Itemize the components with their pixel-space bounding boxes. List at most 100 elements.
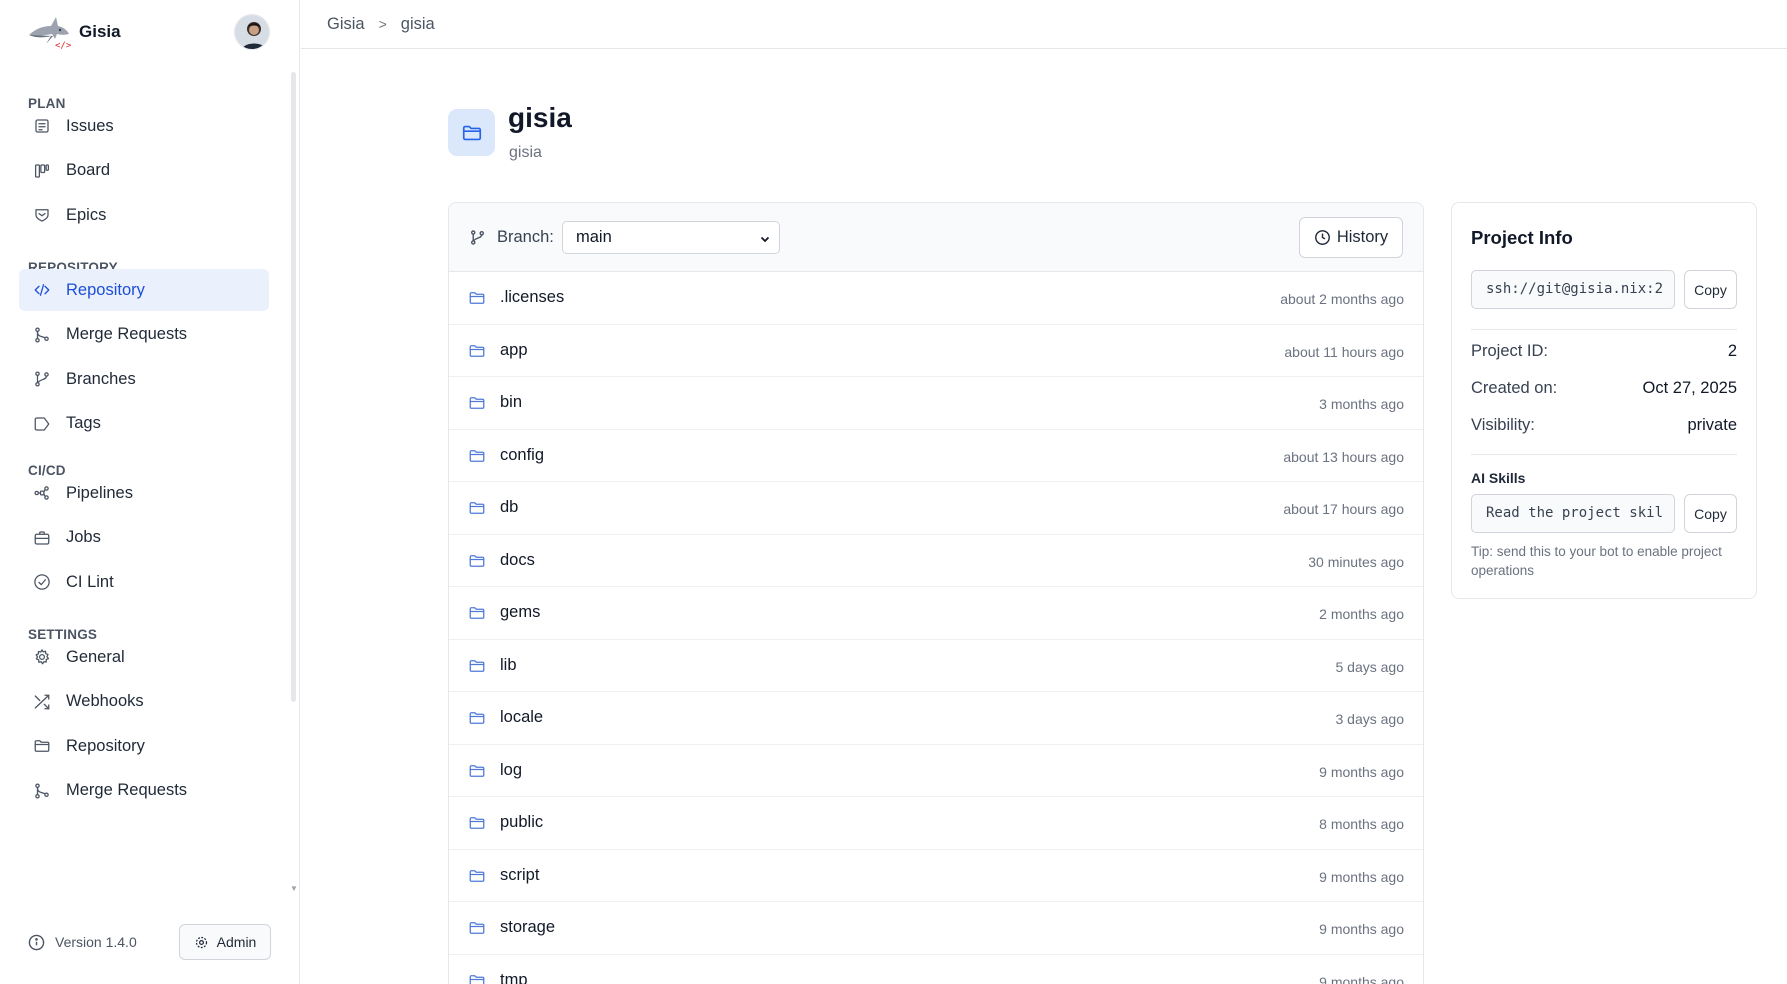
sidebar-item-label: General: [66, 647, 125, 666]
file-row[interactable]: docs 30 minutes ago: [449, 535, 1423, 587]
sidebar-item-webhooks[interactable]: Webhooks: [19, 681, 269, 723]
file-name[interactable]: app: [500, 341, 528, 360]
sidebar-item-label: Issues: [66, 116, 114, 135]
file-name[interactable]: config: [500, 446, 544, 465]
file-name[interactable]: tmp: [500, 971, 528, 984]
breadcrumb-root[interactable]: Gisia: [327, 15, 365, 34]
ai-skills-field[interactable]: Read the project skil: [1471, 494, 1675, 533]
visibility-value: private: [1687, 416, 1737, 434]
branch-select[interactable]: main: [562, 221, 780, 254]
file-name[interactable]: bin: [500, 393, 522, 412]
sidebar-item-label: Merge Requests: [66, 325, 188, 343]
file-name[interactable]: db: [500, 498, 518, 517]
sidebar-item-branches[interactable]: Branches: [19, 358, 269, 400]
file-name[interactable]: lib: [500, 656, 517, 675]
file-row[interactable]: lib 5 days ago: [449, 640, 1423, 692]
file-updated-time: 9 months ago: [1319, 763, 1404, 780]
sidebar-item-ci-lint[interactable]: CI Lint: [19, 561, 269, 603]
sidebar-item-repository[interactable]: Repository: [19, 269, 269, 311]
file-row[interactable]: .licenses about 2 months ago: [449, 272, 1423, 325]
branch-icon: [470, 230, 485, 245]
file-row[interactable]: bin 3 months ago: [449, 377, 1423, 430]
file-row[interactable]: log 9 months ago: [449, 745, 1423, 797]
sidebar-item-tags[interactable]: Tags: [19, 403, 269, 445]
check-circle-icon: [34, 574, 50, 590]
file-updated-time: about 13 hours ago: [1283, 448, 1404, 465]
sidebar-item-label: Board: [66, 161, 111, 179]
file-name[interactable]: docs: [500, 551, 535, 570]
sidebar-item-repository[interactable]: Repository: [19, 725, 269, 767]
file-updated-time: 5 days ago: [1335, 658, 1405, 675]
sidebar-item-board[interactable]: Board: [19, 150, 269, 192]
copy-ssh-button[interactable]: Copy: [1684, 270, 1737, 309]
sidebar-scrollbar[interactable]: [291, 72, 296, 702]
file-updated-time: 3 months ago: [1319, 396, 1404, 412]
file-row[interactable]: gems 2 months ago: [449, 587, 1423, 640]
file-toolbar: Branch: main History: [449, 203, 1423, 272]
issues-icon: [35, 119, 49, 133]
sidebar-item-pipelines[interactable]: Pipelines: [19, 472, 269, 514]
folder-icon: [469, 764, 485, 777]
file-row[interactable]: storage 9 months ago: [449, 902, 1423, 955]
scroll-down-arrow-icon[interactable]: ▼: [290, 884, 298, 893]
file-name[interactable]: .licenses: [500, 288, 564, 307]
divider: [1471, 454, 1737, 455]
file-name[interactable]: public: [500, 813, 543, 832]
merge-request-icon: [35, 326, 49, 343]
visibility-row: Visibility: private: [1471, 416, 1737, 435]
sidebar-item-epics[interactable]: Epics: [19, 194, 269, 236]
file-updated-time: 9 months ago: [1319, 921, 1404, 937]
visibility-label: Visibility:: [1471, 416, 1535, 434]
version-info: Version 1.4.0: [28, 924, 137, 960]
sidebar-item-label: Branches: [66, 369, 136, 388]
sidebar-item-jobs[interactable]: Jobs: [19, 517, 269, 559]
brand-name: Gisia: [79, 22, 121, 41]
file-name[interactable]: gems: [500, 603, 540, 622]
project-info-panel: Project Info ssh://git@gisia.nix:2 Copy …: [1451, 202, 1757, 599]
folder-icon: [469, 922, 485, 934]
file-row[interactable]: db about 17 hours ago: [449, 482, 1423, 535]
info-icon: [28, 934, 45, 950]
history-button[interactable]: History: [1299, 217, 1403, 258]
copy-ai-skills-button[interactable]: Copy: [1684, 494, 1737, 533]
sidebar-item-general[interactable]: General: [19, 636, 269, 678]
sidebar-item-issues[interactable]: Issues: [19, 105, 269, 147]
file-name[interactable]: script: [500, 866, 539, 885]
ssh-url-field[interactable]: ssh://git@gisia.nix:2: [1471, 270, 1675, 309]
sidebar-item-merge-requests[interactable]: Merge Requests: [19, 770, 269, 812]
breadcrumb: Gisia > gisia: [301, 0, 1787, 49]
sidebar-item-label: Jobs: [66, 528, 101, 546]
file-name[interactable]: locale: [500, 708, 543, 727]
brand[interactable]: </> Gisia: [27, 14, 121, 50]
file-row[interactable]: public 8 months ago: [449, 797, 1423, 850]
shuffle-icon: [34, 694, 50, 709]
clock-icon: [1314, 230, 1330, 245]
folder-icon: [469, 607, 485, 619]
folder-icon: [469, 817, 485, 829]
breadcrumb-current[interactable]: gisia: [401, 15, 435, 34]
sidebar-item-label: Repository: [66, 736, 145, 755]
file-row[interactable]: tmp 9 months ago: [449, 955, 1423, 984]
sidebar-item-label: Webhooks: [66, 692, 144, 710]
file-updated-time: about 17 hours ago: [1283, 501, 1404, 517]
file-row[interactable]: config about 13 hours ago: [449, 430, 1423, 482]
project-id-row: Project ID: 2: [1471, 342, 1737, 361]
project-info-title: Project Info: [1471, 227, 1573, 248]
jobs-icon: [34, 530, 50, 545]
admin-button[interactable]: Admin: [179, 924, 271, 960]
created-on-label: Created on:: [1471, 379, 1558, 397]
user-avatar[interactable]: [234, 14, 270, 50]
sidebar-item-merge-requests[interactable]: Merge Requests: [19, 314, 269, 356]
file-row[interactable]: locale 3 days ago: [449, 692, 1423, 745]
created-on-row: Created on: Oct 27, 2025: [1471, 379, 1737, 398]
history-label: History: [1336, 228, 1389, 246]
sidebar-item-label: Merge Requests: [66, 781, 188, 799]
file-name[interactable]: storage: [500, 918, 555, 937]
chevron-down-icon: [760, 236, 770, 243]
file-row[interactable]: script 9 months ago: [449, 850, 1423, 902]
file-name[interactable]: log: [500, 761, 522, 780]
folder-icon: [469, 292, 485, 304]
gear-icon: [35, 649, 50, 665]
file-row[interactable]: app about 11 hours ago: [449, 325, 1423, 377]
branch-icon: [35, 371, 49, 387]
